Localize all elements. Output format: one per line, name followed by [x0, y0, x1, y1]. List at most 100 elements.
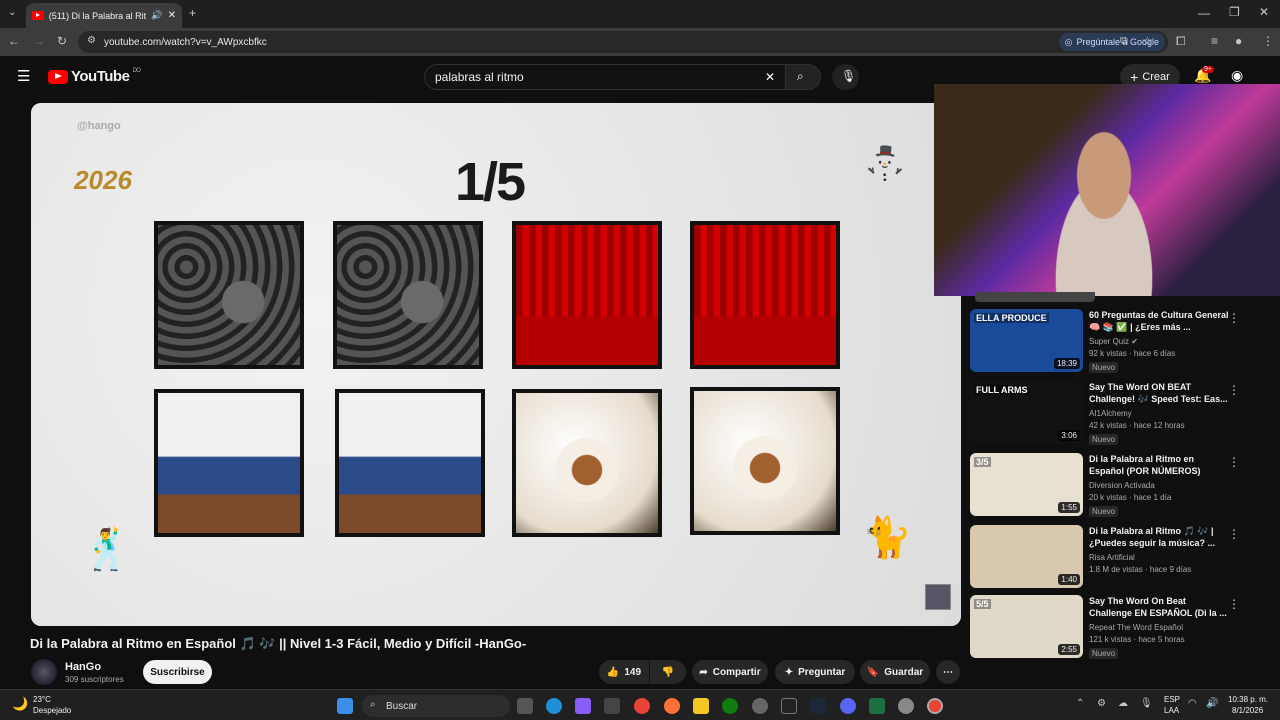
cat-in-coat-sticker: 🐈 [862, 515, 912, 560]
volume-icon[interactable]: 🔊 [1206, 699, 1218, 709]
video-thumbnail[interactable]: 5/5 2:55 [970, 595, 1083, 658]
excel-icon[interactable] [869, 698, 885, 714]
epic-games-icon[interactable] [781, 698, 797, 714]
new-badge: Nuevo [1089, 506, 1119, 517]
video-player[interactable]: @hango 2026 ⛄ 1/5 🕺 🐈 [31, 103, 961, 626]
video-thumbnail[interactable]: FULL ARMS 3:06 [970, 381, 1083, 444]
recommendation-channel[interactable]: Diversion Activada [1089, 481, 1155, 490]
new-badge: Nuevo [1089, 362, 1119, 373]
install-icon[interactable]: ⧉ [1120, 36, 1128, 47]
kebab-menu-icon[interactable]: ⋮ [1228, 455, 1240, 469]
share-button[interactable]: ➦ Compartir [692, 660, 768, 684]
search-button[interactable]: ⌕ [785, 64, 821, 90]
app-icon[interactable] [604, 698, 620, 714]
settings-icon[interactable] [898, 698, 914, 714]
clear-search-icon[interactable]: ✕ [765, 71, 775, 83]
reading-list-icon[interactable]: ≡ [1211, 35, 1218, 47]
wifi-icon[interactable]: ◠ [1188, 699, 1197, 709]
kebab-menu-icon[interactable]: ⋮ [1228, 597, 1240, 611]
partial-thumbnail[interactable] [975, 292, 1095, 302]
lang-code[interactable]: ESP [1164, 695, 1180, 704]
save-button[interactable]: 🔖 Guardar [860, 660, 930, 684]
profile-icon[interactable]: ● [1235, 35, 1242, 47]
recommendation-item[interactable]: 1:40 Di la Palabra al Ritmo 🎵 🎶 | ¿Puedes… [970, 525, 1270, 595]
mic-tray-icon[interactable]: 🎙 [1140, 699, 1153, 709]
new-tab-icon[interactable]: + [189, 7, 196, 19]
chrome-icon[interactable] [634, 698, 650, 714]
recommendation-title[interactable]: 60 Preguntas de Cultura General 🧠 📚 ✅ | … [1089, 309, 1229, 333]
recommendation-item[interactable]: FULL ARMS 3:06 Say The Word ON BEAT Challe… [970, 381, 1270, 451]
video-duration: 3:06 [1058, 430, 1080, 441]
recommendation-title[interactable]: Say The Word On Beat Challenge EN ESPAÑO… [1089, 595, 1229, 619]
clock-date[interactable]: 8/1/2026 [1232, 706, 1263, 715]
steam-icon[interactable] [810, 698, 826, 714]
recommendation-title[interactable]: Say The Word ON BEAT Challenge! 🎶 Speed … [1089, 381, 1229, 405]
mic-icon: 🎙 [841, 69, 857, 83]
tab-close-icon[interactable]: ✕ [168, 10, 176, 21]
reload-icon[interactable]: ↻ [57, 35, 67, 47]
more-actions-button[interactable]: ⋯ [936, 660, 960, 684]
kebab-menu-icon[interactable]: ⋮ [1228, 311, 1240, 325]
edge-icon[interactable] [546, 698, 562, 714]
channel-name[interactable]: HanGo [65, 661, 101, 673]
account-avatar-icon[interactable]: ◉ [1231, 68, 1243, 82]
copilot-icon[interactable] [575, 698, 591, 714]
like-button[interactable]: 👍 149 [599, 660, 649, 684]
audio-icon[interactable]: 🔊 [151, 10, 162, 21]
kebab-menu-icon[interactable]: ⋮ [1228, 383, 1240, 397]
back-icon[interactable]: ← [8, 35, 20, 47]
obs-icon[interactable] [752, 698, 768, 714]
channel-watermark-icon[interactable] [925, 584, 951, 610]
file-explorer-icon[interactable] [693, 698, 709, 714]
recommendation-channel[interactable]: Risa Artificial [1089, 553, 1135, 562]
browser-menu-icon[interactable]: ⋮ [1262, 35, 1274, 47]
tray-overflow-icon[interactable]: ⌃ [1076, 699, 1084, 709]
tab-list-icon[interactable]: ⌄ [8, 8, 16, 18]
windows-start-icon[interactable] [337, 698, 353, 714]
video-thumbnail[interactable]: 3/5 1:55 [970, 453, 1083, 516]
dislike-button[interactable]: 👎 [650, 660, 686, 684]
firefox-icon[interactable] [664, 698, 680, 714]
video-thumbnail[interactable]: 1:40 [970, 525, 1083, 588]
kebab-menu-icon[interactable]: ⋮ [1228, 527, 1240, 541]
window-close-icon[interactable]: ✕ [1259, 6, 1269, 18]
recommendation-channel[interactable]: Super Quiz ✔ [1089, 337, 1138, 346]
subscribe-button[interactable]: Suscribirse [143, 660, 212, 684]
recommendation-title[interactable]: Di la Palabra al Ritmo 🎵 🎶 | ¿Puedes seg… [1089, 525, 1229, 549]
create-label: Crear [1142, 71, 1170, 83]
tab-active[interactable]: (511) Di la Palabra al Ritmo 🔊 ✕ [26, 3, 182, 28]
onedrive-icon[interactable]: ☁ [1118, 699, 1128, 709]
bookmark-star-icon[interactable]: ☆ [1142, 35, 1153, 47]
site-info-icon[interactable]: ⚙ [87, 36, 96, 46]
taskbar-search-label: Buscar [386, 700, 418, 712]
minimize-icon[interactable]: — [1198, 7, 1210, 19]
ask-label: Preguntar [798, 666, 846, 678]
xbox-icon[interactable] [722, 698, 738, 714]
recommendation-channel[interactable]: AI1Alchemy [1089, 409, 1132, 418]
youtube-logo[interactable]: YouTube DO [48, 68, 141, 85]
recommendation-item[interactable]: ELLA PRODUCE 18:39 60 Preguntas de Cultura… [970, 309, 1270, 379]
discord-icon[interactable] [840, 698, 856, 714]
search-input[interactable]: palabras al ritmo ✕ [424, 64, 786, 90]
task-view-icon[interactable] [517, 698, 533, 714]
hamburger-menu-icon[interactable]: ☰ [17, 69, 30, 84]
lang-layout[interactable]: LAA [1164, 706, 1179, 715]
recommendation-item[interactable]: 3/5 1:55 Di la Palabra al Ritmo en Español… [970, 453, 1270, 523]
recommendation-item[interactable]: 5/5 2:55 Say The Word On Beat Challenge EN… [970, 595, 1270, 665]
voice-search-button[interactable]: 🎙 [832, 64, 859, 90]
ask-button[interactable]: ✦ Preguntar [775, 660, 855, 684]
channel-avatar[interactable] [31, 659, 57, 685]
chrome-active-icon[interactable] [927, 698, 943, 714]
recommendation-channel[interactable]: Repeat The Word Español [1089, 623, 1183, 632]
taskbar-search[interactable]: ⌕ Buscar [362, 695, 510, 717]
address-bar[interactable]: ⚙ youtube.com/watch?v=v_AWpxcbfkc ◎ Preg… [78, 31, 1168, 53]
extensions-icon[interactable]: ⧠ [1176, 35, 1186, 47]
tray-app-icon[interactable]: ⚙ [1097, 699, 1106, 709]
forward-icon[interactable]: → [33, 35, 45, 47]
restore-icon[interactable]: ❐ [1229, 6, 1240, 18]
clock-time[interactable]: 10:38 p. m. [1228, 695, 1268, 704]
weather-desc: Despejado [33, 706, 72, 715]
tab-title: (511) Di la Palabra al Ritmo [48, 10, 147, 21]
recommendation-title[interactable]: Di la Palabra al Ritmo en Español (POR N… [1089, 453, 1229, 477]
video-thumbnail[interactable]: ELLA PRODUCE 18:39 [970, 309, 1083, 372]
